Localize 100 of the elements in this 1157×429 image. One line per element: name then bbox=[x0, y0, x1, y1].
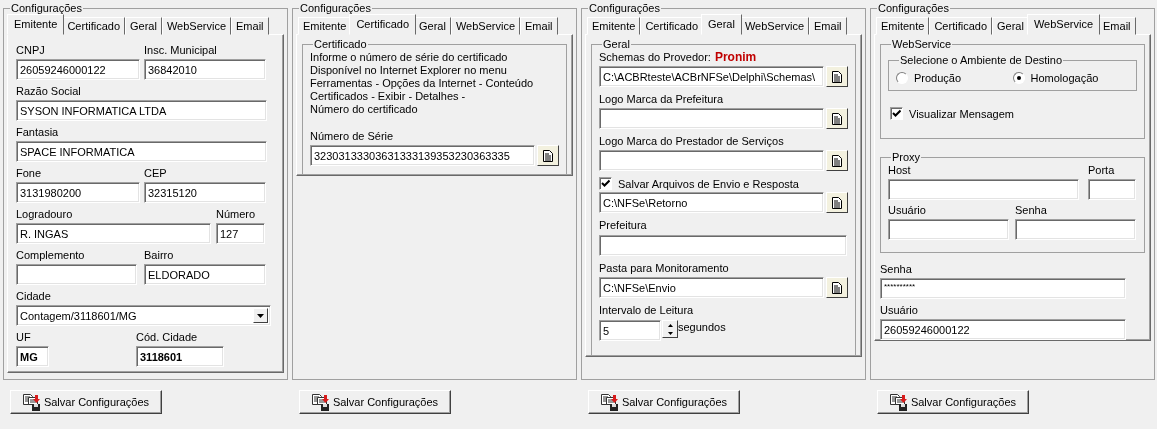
tab[interactable]: Email bbox=[520, 17, 558, 35]
tab[interactable]: Geral bbox=[701, 14, 742, 35]
field-label: CNPJ bbox=[16, 44, 46, 57]
group-title: Configurações bbox=[10, 2, 83, 15]
browse-button[interactable] bbox=[826, 150, 848, 171]
field-label: Intervalo de Leitura bbox=[599, 304, 695, 317]
input-field[interactable]: SYSON INFORMATICA LTDA bbox=[16, 100, 267, 121]
browse-button[interactable] bbox=[826, 108, 848, 129]
input-field[interactable] bbox=[1015, 219, 1136, 240]
save-button[interactable]: Salvar Configurações bbox=[877, 390, 1029, 414]
up-arrow-icon bbox=[667, 323, 673, 327]
input-field[interactable]: 32315120 bbox=[144, 182, 266, 203]
save-button[interactable]: Salvar Configurações bbox=[10, 390, 162, 414]
input-field[interactable]: R. INGAS bbox=[16, 223, 211, 244]
tab[interactable]: Emitente bbox=[587, 17, 641, 35]
input-field[interactable]: 26059246000122 bbox=[880, 319, 1126, 340]
browse-button[interactable] bbox=[826, 277, 848, 298]
input-field[interactable]: 3118601 bbox=[136, 346, 224, 367]
input-field[interactable]: C:\NFSe\Retorno bbox=[599, 192, 824, 213]
tab[interactable]: Certificado bbox=[349, 14, 416, 35]
group-title: Configurações bbox=[877, 2, 950, 15]
input-field[interactable] bbox=[1088, 179, 1136, 200]
input-field[interactable]: 36842010 bbox=[144, 59, 266, 80]
input-field[interactable]: ********** bbox=[880, 278, 1126, 299]
input-field[interactable]: SPACE INFORMATICA bbox=[16, 141, 267, 162]
document-icon bbox=[832, 70, 842, 83]
group-title: Configurações bbox=[588, 2, 661, 15]
input-field[interactable] bbox=[16, 264, 137, 285]
checkbox[interactable] bbox=[890, 107, 903, 120]
group-title: Configurações bbox=[299, 2, 372, 15]
field-label: Senha bbox=[880, 263, 913, 276]
tab[interactable]: WebService bbox=[739, 17, 809, 35]
field-label: Fone bbox=[16, 167, 43, 180]
field-label: Host bbox=[888, 164, 912, 177]
input-field[interactable]: 32303133303631333139353230363335 bbox=[310, 145, 535, 166]
field-label: Schemas do Provedor: bbox=[599, 51, 711, 64]
tab[interactable]: Emitente bbox=[7, 14, 65, 35]
tab[interactable]: WebService bbox=[450, 17, 520, 35]
tab[interactable]: Emitente bbox=[876, 17, 930, 35]
document-icon bbox=[832, 281, 842, 294]
field-label: Bairro bbox=[144, 249, 175, 262]
input-field[interactable] bbox=[888, 179, 1079, 200]
input-field[interactable] bbox=[599, 108, 824, 129]
field-label: Prefeitura bbox=[599, 219, 648, 232]
input-field[interactable]: 26059246000122 bbox=[16, 59, 140, 80]
tab[interactable]: Certificado bbox=[640, 17, 703, 35]
spin-button[interactable] bbox=[662, 320, 678, 338]
browse-button[interactable] bbox=[826, 66, 848, 87]
radio-label: Produção bbox=[914, 72, 962, 84]
input-field[interactable] bbox=[599, 235, 847, 256]
tab[interactable]: Certificado bbox=[929, 17, 992, 35]
document-icon bbox=[832, 154, 842, 167]
field-label: Porta bbox=[1088, 164, 1116, 177]
input-field[interactable]: 3131980200 bbox=[16, 182, 140, 203]
tab[interactable]: Emitente bbox=[298, 17, 352, 35]
field-label: Logo Marca da Prefeitura bbox=[599, 93, 724, 106]
browse-button[interactable] bbox=[826, 192, 848, 213]
tab[interactable]: WebService bbox=[1026, 14, 1100, 35]
field-label: Razão Social bbox=[16, 85, 82, 98]
radio-button[interactable] bbox=[1012, 72, 1025, 84]
save-button[interactable]: Salvar Configurações bbox=[588, 390, 740, 414]
input-field[interactable] bbox=[888, 219, 1009, 240]
field-label: Número de Série bbox=[310, 130, 395, 143]
document-icon bbox=[832, 112, 842, 125]
tab[interactable]: Geral bbox=[992, 17, 1029, 35]
input-field[interactable]: C:\NFSe\Envio bbox=[599, 277, 824, 298]
input-field[interactable] bbox=[599, 150, 824, 171]
checkbox[interactable] bbox=[599, 177, 612, 190]
tab[interactable]: Geral bbox=[414, 17, 451, 35]
field-label: Número bbox=[216, 208, 257, 221]
caret-icon bbox=[257, 313, 264, 318]
instruction-text: Ferramentas - Opções da Internet - Conteúdo bbox=[310, 77, 535, 90]
radio-button[interactable] bbox=[896, 72, 908, 84]
browse-button[interactable] bbox=[537, 145, 559, 166]
field-label: Fantasia bbox=[16, 126, 60, 139]
tab[interactable]: Email bbox=[231, 17, 269, 35]
tab[interactable]: WebService bbox=[161, 17, 231, 35]
field-label: Logradouro bbox=[16, 208, 74, 221]
input-field[interactable]: ELDORADO bbox=[144, 264, 266, 285]
field-label: Cód. Cidade bbox=[136, 331, 199, 344]
document-icon bbox=[832, 196, 842, 209]
save-button[interactable]: Salvar Configurações bbox=[299, 390, 451, 414]
instruction-text: Certificados - Exibir - Detalhes - bbox=[310, 90, 467, 103]
dropdown-field[interactable]: Contagem/3118601/MG bbox=[16, 305, 271, 326]
input-field[interactable]: MG bbox=[16, 346, 49, 367]
dropdown-button[interactable] bbox=[253, 308, 268, 323]
tab[interactable]: Email bbox=[1098, 17, 1136, 35]
field-label: UF bbox=[16, 331, 32, 344]
group-title: Proxy bbox=[891, 151, 922, 164]
input-field[interactable]: C:\ACBRteste\ACBrNFSe\Delphi\Schemas\ bbox=[599, 66, 824, 87]
radio-label: Homologação bbox=[1030, 72, 1099, 84]
tab[interactable]: Certificado bbox=[62, 17, 125, 35]
field-label: Cidade bbox=[16, 290, 52, 303]
tab[interactable]: Email bbox=[809, 17, 847, 35]
tab[interactable]: Geral bbox=[125, 17, 162, 35]
unit-label: segundos bbox=[678, 321, 726, 333]
document-icon bbox=[543, 149, 553, 162]
input-field[interactable]: 127 bbox=[216, 223, 265, 244]
input-field[interactable]: 5 bbox=[599, 320, 661, 341]
field-label: Insc. Municipal bbox=[144, 44, 218, 57]
